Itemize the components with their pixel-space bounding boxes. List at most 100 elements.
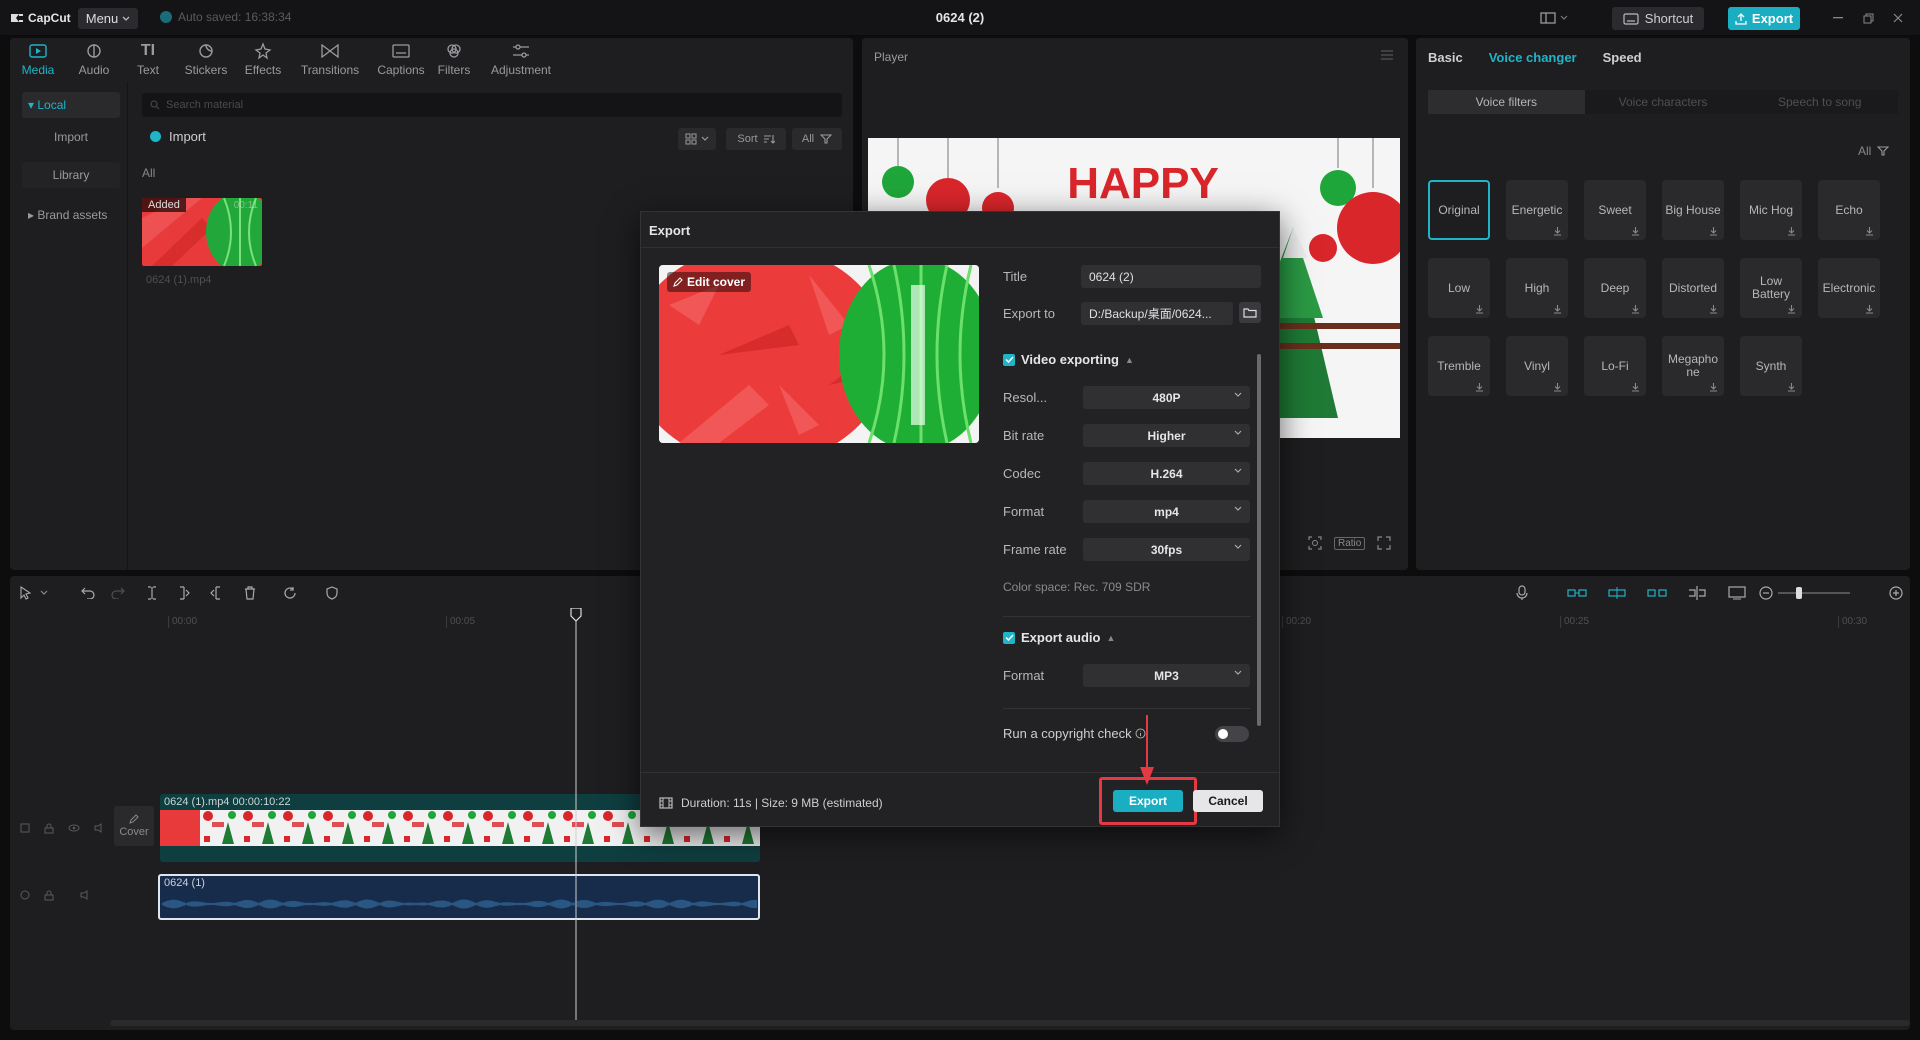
voice-filter-card[interactable]: Energetic [1506,180,1568,240]
voice-filter-card[interactable]: Lo-Fi [1584,336,1646,396]
dialog-scrollbar[interactable] [1257,354,1261,726]
voice-filter-card[interactable]: Low Battery [1740,258,1802,318]
voice-filter-dropdown[interactable]: All [1858,144,1890,158]
subtab-voice-characters[interactable]: Voice characters [1584,90,1742,114]
tab-basic[interactable]: Basic [1428,50,1463,65]
search-input[interactable]: Search material [142,93,842,117]
download-icon[interactable] [1709,226,1718,236]
close-icon[interactable] [1890,10,1906,26]
track-icon[interactable] [20,823,30,834]
filter-button[interactable]: All [792,128,842,150]
bitrate-select[interactable]: Higher [1083,424,1250,447]
chevron-down-icon[interactable] [36,585,52,601]
collapse-icon[interactable]: ▲ [1106,633,1115,643]
redo-icon[interactable] [110,585,126,601]
main-track-magnet-icon[interactable] [1566,585,1588,601]
preview-axis-icon[interactable] [1686,585,1708,601]
track-icon[interactable] [20,890,30,901]
tab-audio[interactable]: Audio [74,40,114,80]
minimize-icon[interactable] [1830,10,1846,26]
checkbox-checked-icon[interactable] [1003,353,1015,366]
delete-right-icon[interactable] [208,585,224,601]
import-button[interactable]: Import [150,129,206,144]
select-tool-icon[interactable] [18,585,34,601]
tab-adjustment[interactable]: Adjustment [486,40,556,80]
sort-button[interactable]: Sort [726,128,786,150]
subtab-speech-to-song[interactable]: Speech to song [1741,90,1899,114]
tab-filters[interactable]: Filters [434,40,474,80]
linkage-icon[interactable] [1646,585,1668,601]
voice-filter-card[interactable]: Sweet [1584,180,1646,240]
zoom-slider-handle[interactable] [1796,587,1802,599]
zoom-in-icon[interactable] [1888,585,1904,601]
edit-cover-button[interactable]: Edit cover [667,272,752,292]
voice-filter-card[interactable]: Synth [1740,336,1802,396]
speaker-icon[interactable] [80,890,92,901]
auto-snap-icon[interactable] [1606,585,1628,601]
download-icon[interactable] [1553,382,1562,392]
tab-speed[interactable]: Speed [1603,50,1642,65]
shield-icon[interactable] [324,585,340,601]
speaker-icon[interactable] [94,823,106,834]
collapse-icon[interactable]: ▲ [1125,355,1134,365]
audio-clip[interactable]: 0624 (1) [158,874,760,920]
download-icon[interactable] [1631,226,1640,236]
timeline-scrollbar[interactable] [110,1020,1910,1026]
codec-select[interactable]: H.264 [1083,462,1250,485]
download-icon[interactable] [1475,382,1484,392]
player-menu-icon[interactable] [1380,50,1394,60]
delete-left-icon[interactable] [176,585,192,601]
eye-icon[interactable] [68,823,80,834]
layout-button[interactable] [1540,9,1576,27]
cancel-button[interactable]: Cancel [1193,790,1263,812]
trash-icon[interactable] [242,585,258,601]
download-icon[interactable] [1865,304,1874,314]
subtab-voice-filters[interactable]: Voice filters [1428,90,1585,114]
folder-browse-button[interactable] [1239,302,1261,323]
microphone-icon[interactable] [1514,585,1530,601]
cover-preview[interactable]: Edit cover [659,265,979,443]
voice-filter-card[interactable]: Low [1428,258,1490,318]
audio-format-select[interactable]: MP3 [1083,664,1250,687]
playhead[interactable] [570,608,582,1024]
download-icon[interactable] [1709,304,1718,314]
view-toggle[interactable] [678,128,716,150]
split-icon[interactable] [144,585,160,601]
sidebar-item-brand-assets[interactable]: ▸ Brand assets [22,202,120,228]
download-icon[interactable] [1475,304,1484,314]
tab-text[interactable]: TI Text [132,40,164,80]
export-path-input[interactable]: D:/Backup/桌面/0624... [1081,302,1233,325]
thumbnail-settings-icon[interactable] [1726,585,1748,601]
media-clip-thumbnail[interactable]: Added 00:11 [142,198,262,266]
voice-filter-card[interactable]: Big House [1662,180,1724,240]
export-button[interactable]: Export [1113,790,1183,812]
rotate-icon[interactable] [282,585,298,601]
zoom-slider[interactable] [1778,587,1850,599]
voice-filter-card[interactable]: Electronic [1818,258,1880,318]
lock-icon[interactable] [44,890,54,901]
audio-export-toggle[interactable]: Export audio ▲ [1003,630,1115,645]
shortcut-button[interactable]: Shortcut [1612,7,1704,30]
ratio-button[interactable]: Ratio [1334,536,1366,550]
voice-filter-card[interactable]: Echo [1818,180,1880,240]
download-icon[interactable] [1787,382,1796,392]
download-icon[interactable] [1553,226,1562,236]
resolution-select[interactable]: 480P [1083,386,1250,409]
voice-filter-card[interactable]: Distorted [1662,258,1724,318]
restore-icon[interactable] [1860,10,1876,26]
cover-button[interactable]: Cover [114,806,154,846]
voice-filter-card[interactable]: Deep [1584,258,1646,318]
tab-stickers[interactable]: Stickers [182,40,230,80]
voice-filter-card[interactable]: Vinyl [1506,336,1568,396]
download-icon[interactable] [1631,304,1640,314]
tab-media[interactable]: Media [18,40,58,80]
sidebar-item-local[interactable]: ▾ Local [22,92,120,118]
download-icon[interactable] [1631,382,1640,392]
format-select[interactable]: mp4 [1083,500,1250,523]
sidebar-item-import[interactable]: Import [22,124,120,150]
tab-captions[interactable]: Captions [374,40,428,80]
framerate-select[interactable]: 30fps [1083,538,1250,561]
voice-filter-card[interactable]: Mic Hog [1740,180,1802,240]
zoom-out-icon[interactable] [1758,585,1774,601]
checkbox-checked-icon[interactable] [1003,631,1015,644]
